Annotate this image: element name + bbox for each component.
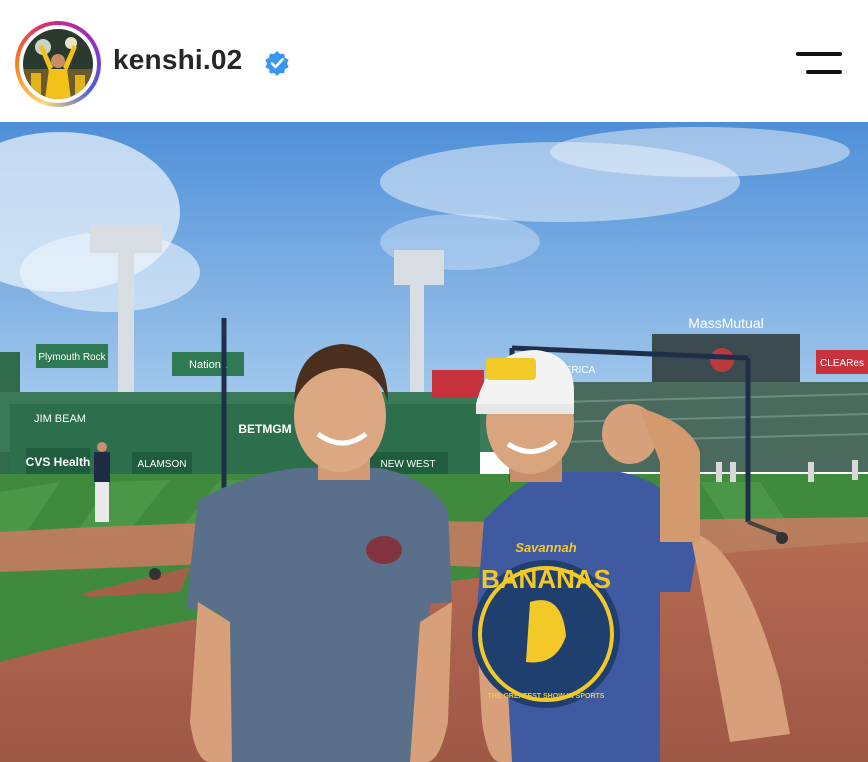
avatar[interactable]	[23, 29, 93, 99]
cage-wheel	[776, 532, 788, 544]
sign-plymouth-text: Plymouth Rock	[38, 352, 106, 363]
post-header: kenshi.02	[0, 0, 868, 122]
shirt-tagline: THE GREATEST SHOW IN SPORTS	[488, 693, 605, 700]
story-ring[interactable]	[15, 21, 101, 107]
sign-jimbeam-text: JIM BEAM	[34, 413, 86, 425]
cloud	[550, 127, 850, 177]
verified-badge-icon	[264, 50, 290, 76]
menu-icon[interactable]	[796, 48, 844, 78]
sign-cvs-text: CVS Health	[26, 455, 91, 469]
post-photo[interactable]: Plymouth Rock Nationa JIM BEAM CVS Healt…	[0, 122, 868, 762]
username[interactable]: kenshi.02	[113, 44, 242, 76]
avatar-border	[19, 25, 97, 103]
sign-betmgm-text: BETMGM	[238, 422, 291, 436]
sign-massmutual-text: MassMutual	[688, 315, 763, 331]
sign-clear-text: CLEARes	[820, 358, 864, 369]
logo-circle	[710, 348, 734, 372]
background-player	[94, 442, 110, 522]
shirt-bananas: BANANAS	[481, 564, 611, 594]
menu-line-top	[796, 52, 842, 56]
menu-line-bottom	[806, 70, 842, 74]
shirt-savannah: Savannah	[515, 540, 576, 555]
sign-alamson-text: ALAMSON	[138, 459, 187, 470]
cage-wheel	[149, 568, 161, 580]
sign-red	[432, 370, 484, 398]
sign-newwest-text: NEW WEST	[381, 459, 436, 470]
